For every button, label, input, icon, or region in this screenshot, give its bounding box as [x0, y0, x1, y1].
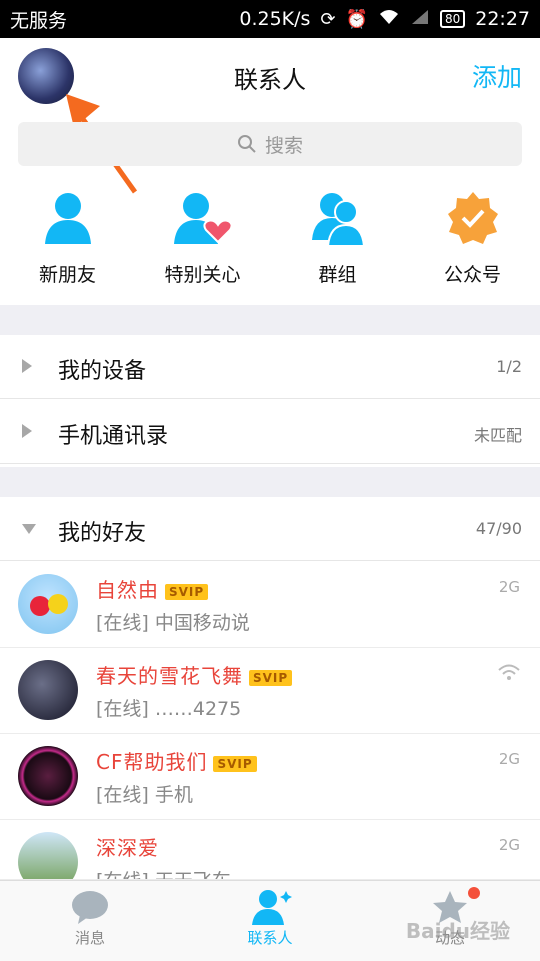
search-input[interactable]: 搜索 — [18, 122, 522, 166]
group-count: 未匹配 — [473, 426, 522, 445]
notification-dot — [468, 887, 480, 899]
collapse-arrow-icon — [22, 524, 36, 534]
avatar — [18, 660, 78, 720]
contacts-icon — [252, 890, 292, 925]
friend-status: [在线] 天天飞车 — [96, 866, 231, 879]
official-accounts-button[interactable]: 公众号 — [405, 190, 540, 300]
clock: 22:27 — [475, 8, 530, 30]
expand-arrow-icon — [22, 359, 32, 373]
friend-name: 春天的雪花飞舞 SVIP — [96, 660, 293, 689]
avatar — [18, 746, 78, 806]
add-button[interactable]: 添加 — [472, 58, 522, 94]
search-icon — [237, 135, 256, 153]
svip-badge: SVIP — [249, 669, 293, 686]
verified-badge-icon — [447, 192, 498, 244]
search-placeholder: 搜索 — [264, 134, 303, 157]
friend-item[interactable]: 春天的雪花飞舞 SVIP [在线] ……4275 — [0, 648, 540, 734]
divider — [0, 467, 540, 497]
avatar — [18, 832, 78, 879]
wifi-icon — [498, 664, 520, 684]
network-label: 2G — [498, 578, 520, 596]
friend-item[interactable]: 深深爱 [在线] 天天飞车 2G — [0, 820, 540, 880]
group-icon — [311, 193, 365, 246]
group-count: 1/2 — [496, 357, 522, 376]
tab-messages[interactable]: 消息 — [0, 881, 180, 961]
new-friends-button[interactable]: 新朋友 — [0, 190, 135, 300]
page-title: 联系人 — [234, 66, 306, 94]
tab-contacts[interactable]: 联系人 — [180, 881, 360, 961]
wifi-icon — [378, 8, 400, 31]
sync-icon: ⟳ — [320, 8, 336, 30]
friend-name: 自然由 SVIP — [96, 574, 209, 603]
quick-actions: 新朋友 特别关心 群组 公众号 — [0, 190, 540, 300]
network-speed: 0.25K/s — [239, 8, 311, 30]
group-name: 我的设备 — [58, 359, 147, 384]
friend-status: [在线] ……4275 — [96, 698, 242, 720]
groups-button[interactable]: 群组 — [270, 190, 405, 300]
group-name: 手机通讯录 — [58, 424, 169, 449]
watermark: Baidu经验 — [405, 919, 510, 943]
network-label: 2G — [498, 750, 520, 768]
person-heart-icon — [173, 193, 232, 244]
svip-badge: SVIP — [165, 583, 209, 600]
chat-bubble-icon — [72, 891, 108, 924]
friend-status: [在线] 中国移动说 — [96, 612, 250, 634]
group-row-phone-contacts[interactable]: 手机通讯录 未匹配 — [0, 400, 540, 464]
expand-arrow-icon — [22, 424, 32, 438]
avatar — [18, 574, 78, 634]
friend-status: [在线] 手机 — [96, 784, 193, 806]
quick-label: 新朋友 — [38, 264, 96, 286]
special-care-button[interactable]: 特别关心 — [135, 190, 270, 300]
friend-name: 深深爱 — [96, 836, 159, 860]
quick-label: 群组 — [318, 264, 357, 286]
alarm-icon: ⏰ — [345, 8, 368, 30]
signal-icon — [410, 8, 430, 31]
tab-label: 联系人 — [247, 929, 293, 947]
friend-item[interactable]: 自然由 SVIP [在线] 中国移动说 2G — [0, 562, 540, 648]
group-row-devices[interactable]: 我的设备 1/2 — [0, 335, 540, 399]
group-name: 我的好友 — [58, 521, 147, 546]
divider — [0, 305, 540, 335]
group-count: 47/90 — [475, 519, 522, 538]
friend-name: CF帮助我们 SVIP — [96, 746, 257, 775]
quick-label: 特别关心 — [164, 264, 241, 286]
friend-item[interactable]: CF帮助我们 SVIP [在线] 手机 2G — [0, 734, 540, 820]
network-label: 2G — [498, 836, 520, 854]
carrier-text: 无服务 — [10, 9, 68, 32]
battery-icon: 80 — [439, 10, 466, 28]
person-icon — [44, 193, 91, 244]
status-bar: 无服务 0.25K/s ⟳ ⏰ 80 22:27 — [0, 0, 540, 38]
group-row-my-friends[interactable]: 我的好友 47/90 — [0, 497, 540, 561]
svip-badge: SVIP — [213, 755, 257, 772]
tab-label: 消息 — [74, 929, 105, 947]
quick-label: 公众号 — [443, 264, 501, 286]
